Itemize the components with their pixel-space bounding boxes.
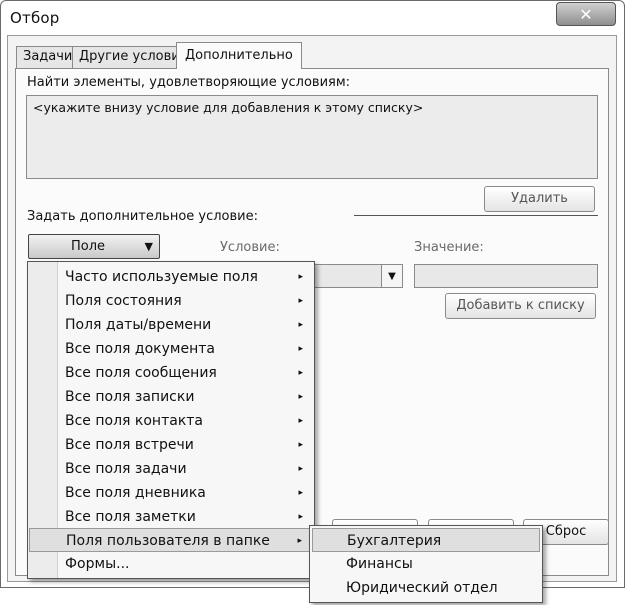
menu-item-label: Поля даты/времени xyxy=(65,317,212,333)
menu-item-user-folder-fields[interactable]: Поля пользователя в папке ▸ xyxy=(29,528,313,552)
submenu-item-finance[interactable]: Финансы xyxy=(312,552,540,576)
close-icon: ✕ xyxy=(579,4,593,24)
menu-item-label: Все поля сообщения xyxy=(65,365,217,381)
submenu-arrow-icon: ▸ xyxy=(298,344,303,354)
menu-item-appointment-fields[interactable]: Все поля встречи ▸ xyxy=(29,433,313,457)
menu-item-frequently-used-fields[interactable]: Часто используемые поля ▸ xyxy=(29,265,313,289)
condition-label: Условие: xyxy=(220,240,280,255)
condition-select[interactable]: ▼ xyxy=(312,264,403,288)
submenu-arrow-icon: ▸ xyxy=(297,536,302,546)
tab-advanced[interactable]: Дополнительно xyxy=(176,42,302,69)
menu-item-label: Все поля встречи xyxy=(65,437,194,453)
submenu-arrow-icon: ▸ xyxy=(298,416,303,426)
menu-item-document-fields[interactable]: Все поля документа ▸ xyxy=(29,337,313,361)
menu-item-label: Формы... xyxy=(65,556,130,572)
submenu-arrow-icon: ▸ xyxy=(298,296,303,306)
submenu-arrow-icon: ▸ xyxy=(298,320,303,330)
field-button-label: Поле xyxy=(71,239,106,254)
value-input[interactable] xyxy=(414,264,598,288)
criteria-placeholder: <укажите внизу условие для добавления к … xyxy=(33,100,424,115)
define-criteria-label: Задать дополнительное условие: xyxy=(27,209,258,224)
add-to-list-button[interactable]: Добавить к списку xyxy=(445,293,596,319)
submenu-arrow-icon: ▸ xyxy=(298,440,303,450)
menu-item-label: Все поля заметки xyxy=(65,509,196,525)
menu-item-forms[interactable]: Формы... xyxy=(29,552,313,576)
menu-item-label: Все поля дневника xyxy=(65,485,206,501)
close-button[interactable]: ✕ xyxy=(556,2,616,26)
value-label: Значение: xyxy=(414,240,484,255)
submenu-item-label: Юридический отдел xyxy=(346,580,498,596)
menu-item-label: Все поля задачи xyxy=(65,461,187,477)
delete-button[interactable]: Удалить xyxy=(484,186,595,212)
menu-item-date-time-fields[interactable]: Поля даты/времени ▸ xyxy=(29,313,313,337)
menu-item-label: Все поля документа xyxy=(65,341,215,357)
menu-item-journal-fields[interactable]: Все поля дневника ▸ xyxy=(29,481,313,505)
menu-item-label: Все поля записки xyxy=(65,389,195,405)
menu-item-label: Все поля контакта xyxy=(65,413,204,429)
window-title: Отбор xyxy=(10,9,60,27)
chevron-down-icon: ▼ xyxy=(144,240,153,253)
submenu-item-label: Бухгалтерия xyxy=(347,533,442,549)
submenu-arrow-icon: ▸ xyxy=(298,272,303,282)
menu-item-label: Часто используемые поля xyxy=(65,269,258,285)
menu-item-memo-fields[interactable]: Все поля заметки ▸ xyxy=(29,505,313,529)
user-folder-submenu: Бухгалтерия Финансы Юридический отдел xyxy=(309,525,543,603)
submenu-arrow-icon: ▸ xyxy=(298,464,303,474)
submenu-arrow-icon: ▸ xyxy=(298,392,303,402)
find-items-label: Найти элементы, удовлетворяющие условиям… xyxy=(27,75,351,90)
menu-item-status-fields[interactable]: Поля состояния ▸ xyxy=(29,289,313,313)
menu-item-label: Поля состояния xyxy=(65,293,182,309)
menu-item-message-fields[interactable]: Все поля сообщения ▸ xyxy=(29,361,313,385)
tab-tasks[interactable]: Задачи xyxy=(16,46,80,68)
menu-item-label: Поля пользователя в папке xyxy=(66,533,270,549)
menu-item-note-fields[interactable]: Все поля записки ▸ xyxy=(29,385,313,409)
criteria-list[interactable]: <укажите внизу условие для добавления к … xyxy=(26,95,598,179)
submenu-item-legal[interactable]: Юридический отдел xyxy=(312,576,540,600)
menu-item-task-fields[interactable]: Все поля задачи ▸ xyxy=(29,457,313,481)
menu-item-contact-fields[interactable]: Все поля контакта ▸ xyxy=(29,409,313,433)
field-context-menu: Часто используемые поля ▸ Поля состояния… xyxy=(27,261,315,579)
chevron-down-icon: ▼ xyxy=(388,270,396,282)
condition-dropdown-arrow[interactable]: ▼ xyxy=(381,265,402,287)
submenu-item-label: Финансы xyxy=(346,556,413,572)
submenu-arrow-icon: ▸ xyxy=(298,368,303,378)
submenu-arrow-icon: ▸ xyxy=(298,512,303,522)
field-dropdown-button[interactable]: Поле ▼ xyxy=(28,234,160,259)
submenu-arrow-icon: ▸ xyxy=(298,488,303,498)
submenu-item-accounting[interactable]: Бухгалтерия xyxy=(312,528,540,552)
separator-line xyxy=(354,215,598,216)
